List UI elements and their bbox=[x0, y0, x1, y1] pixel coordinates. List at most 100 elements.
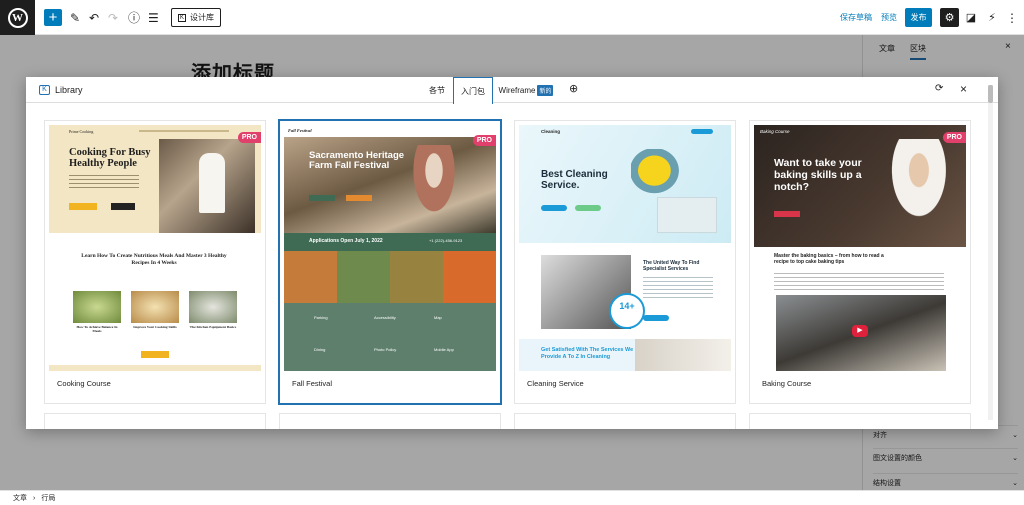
cooking-buy-button bbox=[141, 351, 169, 358]
cleaning-contact-button bbox=[643, 315, 669, 321]
close-icon[interactable]: × bbox=[960, 82, 967, 96]
tab-sections[interactable]: 各节 bbox=[424, 77, 450, 103]
pack-card-fall-festival[interactable]: Fall Festival Sacramento Heritage Farm F… bbox=[280, 121, 500, 403]
festival-phone: +1 (222)-456-9123 bbox=[429, 238, 463, 243]
editor-toolbar: W + ✎ ↶ ↷ ⓘ ☰ K 设计库 保存草稿 预览 发布 ⚙ ◪ ⚡ ⋮ bbox=[0, 0, 1024, 35]
pro-badge: PRO bbox=[942, 132, 966, 143]
tab-wireframe-label: Wireframe bbox=[498, 85, 536, 95]
breadcrumb-separator: › bbox=[33, 494, 36, 502]
breadcrumb-post[interactable]: 文章 bbox=[13, 493, 27, 503]
festival-nav bbox=[284, 125, 496, 137]
baker-figure bbox=[876, 139, 954, 243]
info-accessibility: Accessibility bbox=[374, 315, 396, 320]
cooking-brand: Prime Cooking bbox=[69, 129, 94, 134]
cleaning-subheading: The United Way To Find Specialist Servic… bbox=[643, 260, 700, 272]
library-icon: K bbox=[178, 13, 187, 22]
pack-card-cooking[interactable]: Prime Cooking Cooking For Busy Healthy P… bbox=[45, 121, 265, 403]
info-icon[interactable]: ⓘ bbox=[128, 8, 140, 27]
add-circle-icon[interactable]: ⊕ bbox=[569, 82, 578, 95]
pack-card-next-1[interactable] bbox=[45, 414, 265, 429]
recipe-label-1: How To Achieve Balance In Meals bbox=[76, 325, 118, 333]
scrollbar[interactable] bbox=[988, 85, 993, 420]
pack-card-baking[interactable]: Baking Course Want to take your baking s… bbox=[750, 121, 970, 403]
play-icon: ▶ bbox=[852, 325, 868, 337]
recipe-label-2: Improve Your Cooking Skills bbox=[133, 325, 177, 329]
modal-header: K Library 各节 入门包 Wireframe 新的 ⊕ ⟳ × bbox=[26, 77, 998, 104]
design-library-button[interactable]: K 设计库 bbox=[171, 8, 222, 27]
baking-preview: Baking Course Want to take your baking s… bbox=[754, 125, 966, 371]
wordpress-logo[interactable]: W bbox=[0, 0, 35, 35]
festival-heading: Sacramento Heritage Farm Fall Festival bbox=[309, 150, 405, 171]
breadcrumb-block[interactable]: 行局 bbox=[41, 493, 55, 503]
style-book-icon[interactable]: ◪ bbox=[964, 8, 978, 27]
cleaning-heading: Best Cleaning Service. bbox=[541, 169, 608, 191]
add-block-button[interactable]: + bbox=[44, 9, 62, 26]
cooking-heading: Cooking For Busy Healthy People bbox=[69, 147, 151, 169]
cooking-subheading: Learn How To Create Nutritious Meals And… bbox=[81, 253, 227, 266]
pen-icon[interactable]: ✎ bbox=[70, 8, 80, 27]
festival-info-section bbox=[284, 303, 496, 371]
tab-starter-packs[interactable]: 入门包 bbox=[453, 77, 493, 104]
save-draft-link[interactable]: 保存草稿 bbox=[840, 12, 872, 23]
more-options-icon[interactable]: ⋮ bbox=[1006, 8, 1018, 27]
pro-badge: PRO bbox=[237, 132, 261, 143]
festival-applications: Applications Open July 1, 2022 bbox=[309, 238, 383, 244]
info-parking: Parking bbox=[314, 315, 328, 320]
library-modal: K Library 各节 入门包 Wireframe 新的 ⊕ ⟳ × Prime… bbox=[26, 77, 998, 429]
recipe-image-1 bbox=[73, 291, 121, 323]
pack-card-cleaning[interactable]: Cleaning Best Cleaning Service. 14+ The … bbox=[515, 121, 735, 403]
cooking-preview: Prime Cooking Cooking For Busy Healthy P… bbox=[49, 125, 261, 371]
recipe-image-2 bbox=[131, 291, 179, 323]
card-label: Fall Festival bbox=[292, 379, 333, 388]
experience-stat: 14+ bbox=[609, 293, 645, 329]
info-mobile-app: Mobile App bbox=[434, 347, 454, 352]
cooking-cta bbox=[69, 203, 97, 210]
cooking-footer-band bbox=[49, 365, 261, 371]
cleaning-nav-button bbox=[691, 129, 713, 134]
info-dining: Dining bbox=[314, 347, 326, 352]
festival-preview: Fall Festival Sacramento Heritage Farm F… bbox=[284, 125, 496, 371]
sync-icon[interactable]: ⟳ bbox=[935, 83, 943, 94]
redo-icon[interactable]: ↷ bbox=[108, 8, 118, 27]
plugin-icon[interactable]: ⚡ bbox=[985, 8, 999, 27]
window-image bbox=[657, 197, 717, 233]
baking-brand: Baking Course bbox=[760, 129, 790, 134]
cleaner-image bbox=[635, 339, 731, 371]
card-label: Baking Course bbox=[762, 379, 812, 388]
chef-figure bbox=[199, 153, 225, 213]
cleaning-brand: Cleaning bbox=[541, 129, 561, 134]
festival-btn-1 bbox=[309, 195, 335, 201]
card-label: Cooking Course bbox=[57, 379, 111, 388]
list-view-icon[interactable]: ☰ bbox=[148, 8, 159, 27]
info-map: Map bbox=[434, 315, 442, 320]
recipe-label-3: The Kitchen Equipment Basics bbox=[189, 325, 237, 329]
pack-card-next-4[interactable] bbox=[750, 414, 970, 429]
cleaning-preview: Cleaning Best Cleaning Service. 14+ The … bbox=[519, 125, 731, 371]
cleaning-cta-2 bbox=[575, 205, 601, 211]
settings-gear-icon[interactable]: ⚙ bbox=[940, 8, 959, 27]
design-library-label: 设计库 bbox=[190, 13, 215, 22]
wordpress-icon: W bbox=[7, 7, 28, 28]
preview-link[interactable]: 预览 bbox=[881, 12, 897, 23]
modal-title: Library bbox=[55, 85, 83, 95]
cooking-text-lines bbox=[69, 175, 139, 191]
pack-card-next-2[interactable] bbox=[280, 414, 500, 429]
info-photo-policy: Photo Policy bbox=[374, 347, 397, 352]
undo-icon[interactable]: ↶ bbox=[89, 8, 99, 27]
festival-gallery bbox=[284, 251, 496, 303]
publish-button[interactable]: 发布 bbox=[905, 8, 932, 27]
new-badge: 新的 bbox=[537, 84, 554, 96]
pro-badge: PRO bbox=[472, 135, 496, 146]
card-label: Cleaning Service bbox=[527, 379, 584, 388]
cooking-nav bbox=[139, 130, 229, 132]
baking-text-lines bbox=[774, 273, 944, 293]
kadence-library-icon: K bbox=[39, 85, 50, 95]
pack-card-next-3[interactable] bbox=[515, 414, 735, 429]
scrollbar-thumb[interactable] bbox=[988, 85, 993, 103]
baking-heading: Want to take your baking skills up a not… bbox=[774, 157, 862, 193]
glove-image bbox=[631, 149, 683, 197]
baking-cta bbox=[774, 211, 800, 217]
cleaning-cta bbox=[541, 205, 567, 211]
tab-wireframe[interactable]: Wireframe 新的 bbox=[498, 77, 554, 103]
starter-pack-grid: Prime Cooking Cooking For Busy Healthy P… bbox=[39, 117, 979, 429]
